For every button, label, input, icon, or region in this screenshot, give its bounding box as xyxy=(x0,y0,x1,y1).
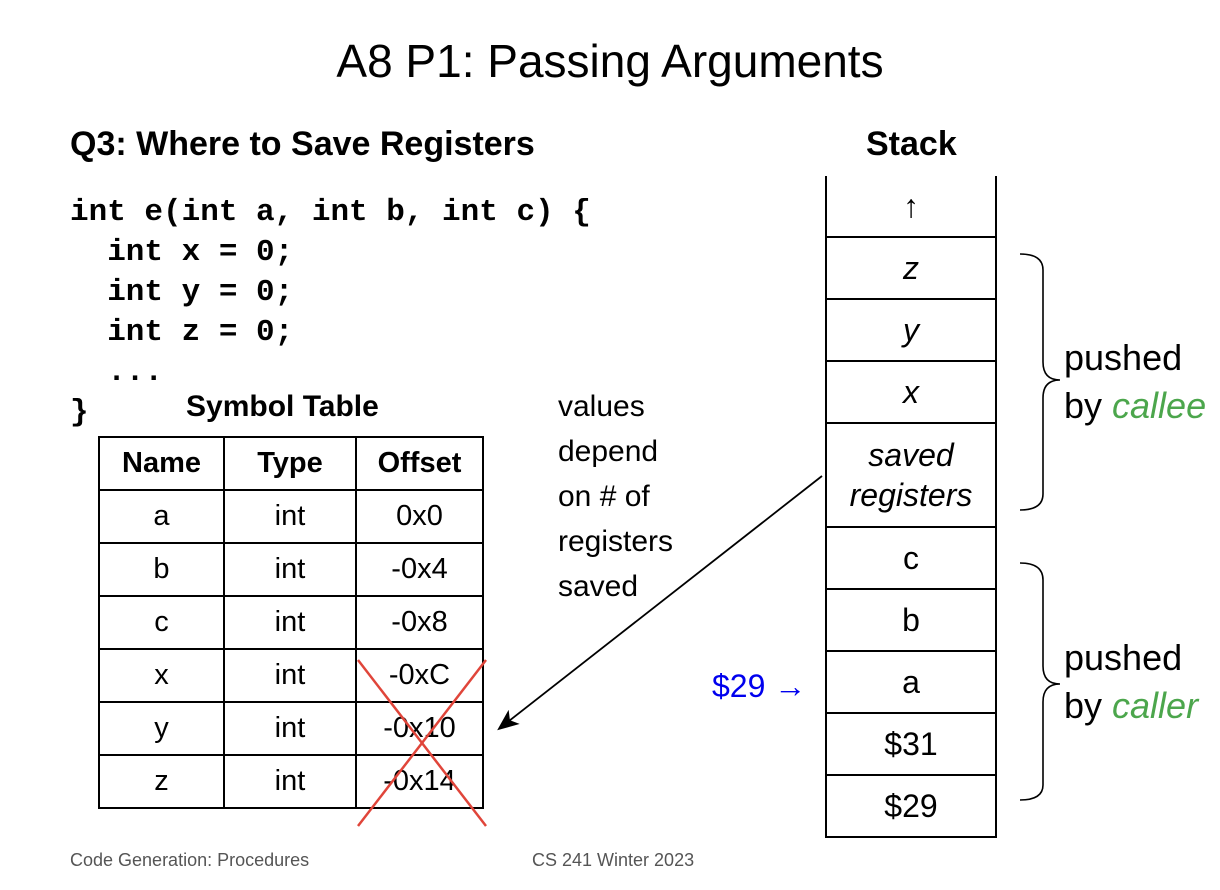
caller-brace-icon xyxy=(1019,562,1061,801)
footer-topic: Code Generation: Procedures xyxy=(70,850,310,870)
footer-course: CS 241 Winter 2023 xyxy=(532,850,695,870)
saved-registers-arrow xyxy=(497,475,823,731)
diagram-overlay xyxy=(357,253,1061,827)
callee-brace-icon xyxy=(1019,253,1061,511)
